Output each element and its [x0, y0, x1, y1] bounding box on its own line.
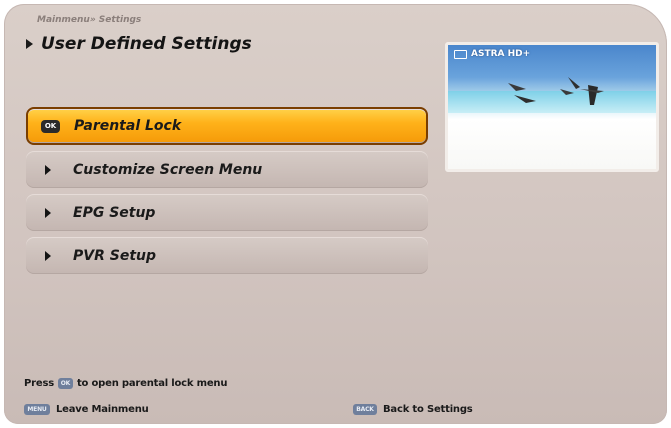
menu-key-icon: MENU — [24, 404, 50, 415]
menu-item-label: EPG Setup — [73, 204, 156, 221]
hint-suffix: to open parental lock menu — [76, 378, 228, 389]
menu-item-parental-lock[interactable]: OK Parental Lock — [26, 107, 428, 145]
channel-logo: ASTRA HD+ — [454, 49, 530, 59]
tv-preview-window: ASTRA HD+ — [445, 42, 659, 172]
hint-text: Press OK to open parental lock menu — [24, 378, 227, 389]
breadcrumb: Mainmenu» Settings — [37, 15, 142, 25]
preview-surfers-image — [508, 77, 604, 105]
back-to-settings-label: Back to Settings — [383, 404, 473, 415]
menu-item-pvr-setup[interactable]: PVR Setup — [26, 237, 428, 274]
menu-item-label: Parental Lock — [74, 118, 182, 134]
ok-key-icon: OK — [57, 378, 73, 389]
ok-button-icon: OK — [41, 119, 60, 133]
leave-mainmenu-label: Leave Mainmenu — [56, 404, 149, 415]
title-arrow-icon — [26, 39, 33, 49]
settings-menu: OK Parental Lock Customize Screen Menu E… — [26, 107, 428, 280]
page-title-row: User Defined Settings — [26, 34, 252, 54]
menu-item-label: Customize Screen Menu — [73, 161, 263, 178]
arrow-right-icon — [45, 207, 51, 218]
settings-screen: Mainmenu» Settings User Defined Settings… — [4, 4, 667, 424]
channel-name: ASTRA HD+ — [471, 49, 531, 59]
page-title: User Defined Settings — [41, 34, 252, 54]
back-to-settings-hint[interactable]: BACK Back to Settings — [353, 404, 473, 415]
menu-item-customize-screen-menu[interactable]: Customize Screen Menu — [26, 151, 428, 188]
arrow-right-icon — [45, 164, 51, 175]
menu-item-label: PVR Setup — [73, 247, 157, 264]
menu-item-epg-setup[interactable]: EPG Setup — [26, 194, 428, 231]
leave-mainmenu-hint[interactable]: MENU Leave Mainmenu — [24, 404, 149, 415]
back-key-icon: BACK — [353, 404, 377, 415]
hint-prefix: Press — [24, 378, 54, 389]
arrow-right-icon — [45, 250, 51, 261]
tv-icon — [454, 49, 467, 59]
